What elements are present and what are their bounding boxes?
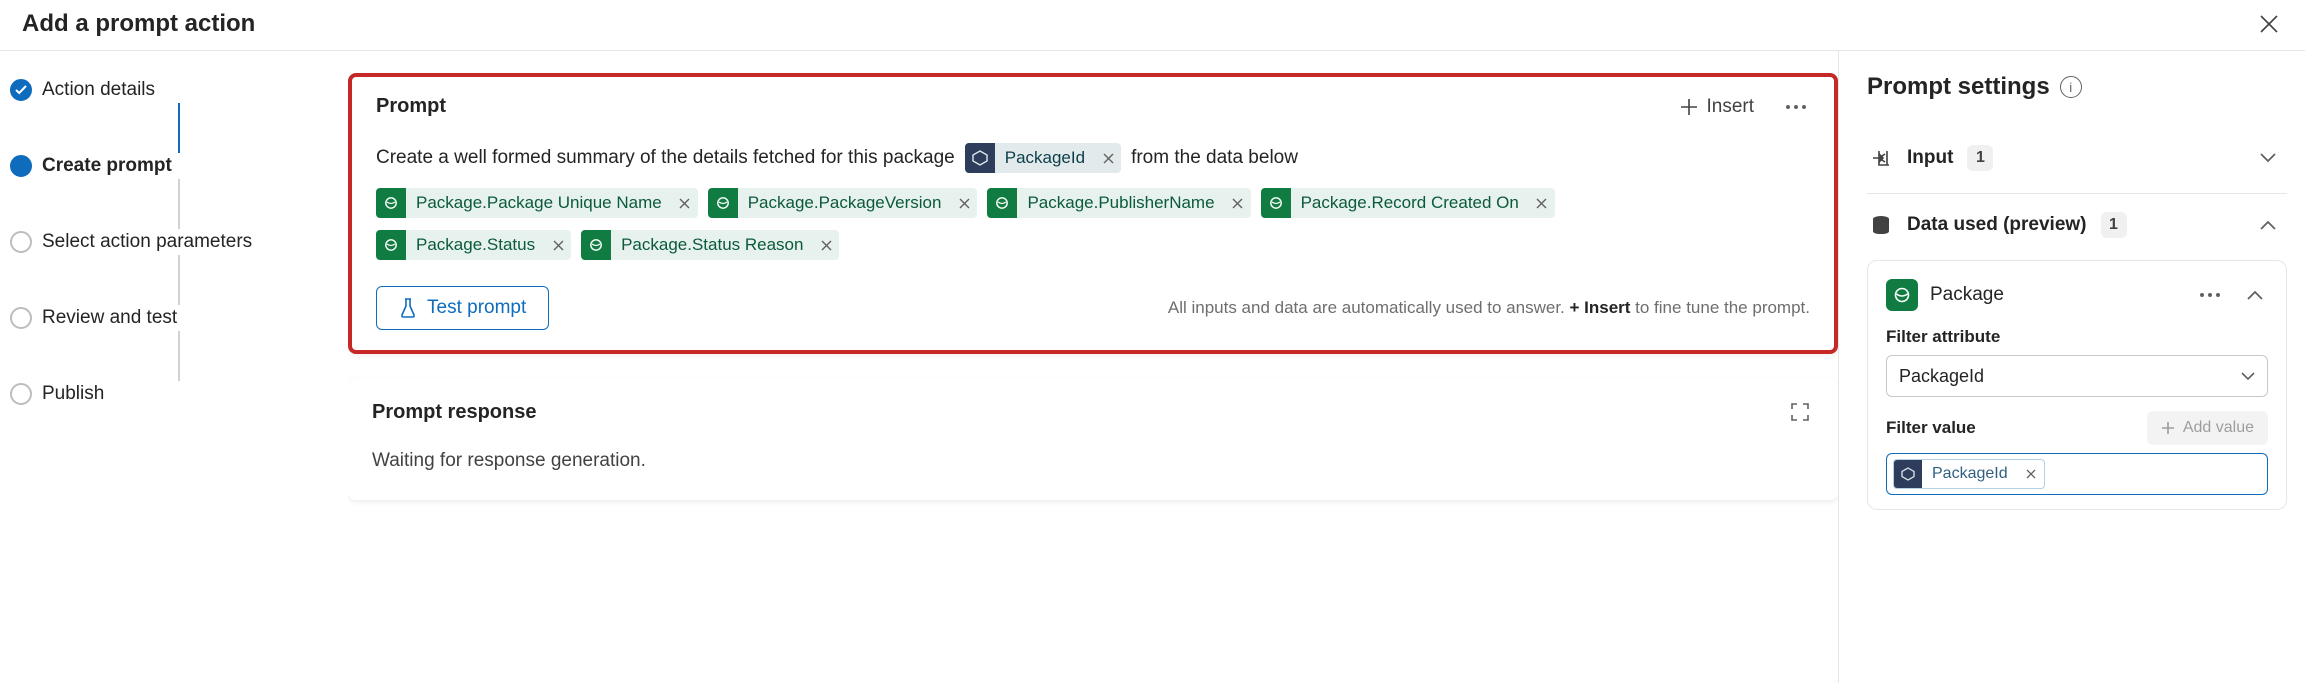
filter-value-label: Filter value <box>1886 418 1976 438</box>
chip-label: Package.Status Reason <box>611 230 813 260</box>
chip-label: Package.Status <box>406 230 545 260</box>
data-used-count-badge: 1 <box>2101 212 2127 238</box>
chip-publisher-name[interactable]: Package.PublisherName <box>987 188 1250 218</box>
chip-label: Package.Record Created On <box>1291 188 1529 218</box>
input-section-header[interactable]: Input 1 <box>1867 131 2287 185</box>
step-label: Select action parameters <box>32 231 252 253</box>
step-complete-icon <box>10 79 32 101</box>
data-source-more-button[interactable] <box>2196 293 2224 297</box>
chip-label: Package.Package Unique Name <box>406 188 672 218</box>
step-pending-icon <box>10 231 32 253</box>
package-entity-icon <box>1886 279 1918 311</box>
step-pending-icon <box>10 307 32 329</box>
data-source-name: Package <box>1930 284 2004 306</box>
variable-icon <box>1894 459 1922 489</box>
wizard-step-create-prompt[interactable]: Create prompt <box>10 155 338 177</box>
filter-value-input[interactable]: PackageId <box>1886 453 2268 495</box>
filter-attribute-value: PackageId <box>1899 366 1984 387</box>
response-title: Prompt response <box>372 401 536 424</box>
filter-attribute-label: Filter attribute <box>1886 327 2268 347</box>
chip-label: PackageId <box>995 143 1095 173</box>
prompt-card: Prompt Insert Create a well formed summa… <box>348 73 1838 354</box>
chip-remove-button[interactable] <box>1529 188 1555 218</box>
filter-value-chip[interactable]: PackageId <box>1893 459 2045 489</box>
plus-icon <box>1680 98 1698 116</box>
wizard-step-action-details[interactable]: Action details <box>10 79 338 101</box>
step-label: Action details <box>32 79 155 101</box>
more-actions-button[interactable] <box>1782 105 1810 109</box>
data-used-label: Data used (preview) <box>1907 214 2087 236</box>
step-label: Create prompt <box>32 155 172 177</box>
dialog-title: Add a prompt action <box>22 10 255 38</box>
step-current-icon <box>10 155 32 177</box>
input-count-badge: 1 <box>1967 145 1993 171</box>
data-used-section-header[interactable]: Data used (preview) 1 <box>1867 198 2287 252</box>
chip-package-version[interactable]: Package.PackageVersion <box>708 188 978 218</box>
insert-label: Insert <box>1706 96 1754 118</box>
filter-value-chip-label: PackageId <box>1922 465 2018 483</box>
step-pending-icon <box>10 383 32 405</box>
prompt-title: Prompt <box>376 95 446 118</box>
step-label: Review and test <box>32 307 177 329</box>
prompt-hint: All inputs and data are automatically us… <box>1168 298 1810 318</box>
prompt-response-card: Prompt response Waiting for response gen… <box>348 378 1838 500</box>
dialog-header: Add a prompt action <box>0 0 2305 51</box>
chip-status[interactable]: Package.Status <box>376 230 571 260</box>
settings-title: Prompt settings <box>1867 73 2050 101</box>
response-body: Waiting for response generation. <box>372 450 1814 472</box>
prompt-editor[interactable]: Create a well formed summary of the deta… <box>376 140 1810 260</box>
data-icon <box>376 188 406 218</box>
chip-remove-button[interactable] <box>545 230 571 260</box>
insert-button[interactable]: Insert <box>1680 96 1754 118</box>
chip-record-created-on[interactable]: Package.Record Created On <box>1261 188 1555 218</box>
database-icon <box>1869 213 1893 237</box>
info-icon[interactable]: i <box>2060 76 2082 98</box>
add-value-label: Add value <box>2183 419 2254 437</box>
wizard-steps: Action details Create prompt Select acti… <box>0 51 348 683</box>
prompt-settings-panel: Prompt settings i Input 1 Data <box>1838 51 2305 683</box>
chip-package-unique-name[interactable]: Package.Package Unique Name <box>376 188 698 218</box>
input-section-label: Input <box>1907 147 1953 169</box>
prompt-text: Create a well formed summary of the deta… <box>376 140 955 176</box>
data-icon <box>376 230 406 260</box>
wizard-step-select-action-parameters[interactable]: Select action parameters <box>10 231 338 253</box>
chip-remove-button[interactable] <box>672 188 698 218</box>
chevron-down-icon <box>2255 145 2281 171</box>
chip-status-reason[interactable]: Package.Status Reason <box>581 230 839 260</box>
chip-remove-button[interactable] <box>813 230 839 260</box>
beaker-icon <box>399 298 417 318</box>
prompt-text: from the data below <box>1131 140 1298 176</box>
data-icon <box>1261 188 1291 218</box>
wizard-step-publish[interactable]: Publish <box>10 383 338 405</box>
step-label: Publish <box>32 383 104 405</box>
chip-remove-button[interactable] <box>1225 188 1251 218</box>
wizard-step-review-and-test[interactable]: Review and test <box>10 307 338 329</box>
chip-packageid[interactable]: PackageId <box>965 143 1121 173</box>
chip-remove-button[interactable] <box>2018 469 2044 479</box>
input-arrow-icon <box>1869 146 1893 170</box>
chevron-up-icon[interactable] <box>2242 282 2268 308</box>
add-value-button[interactable]: Add value <box>2147 411 2268 445</box>
close-icon[interactable] <box>2255 10 2283 38</box>
test-prompt-button[interactable]: Test prompt <box>376 286 549 330</box>
data-icon <box>581 230 611 260</box>
chevron-up-icon <box>2255 212 2281 238</box>
expand-icon[interactable] <box>1786 398 1814 426</box>
plus-icon <box>2161 421 2175 435</box>
variable-icon <box>965 143 995 173</box>
test-prompt-label: Test prompt <box>427 297 526 319</box>
chip-label: Package.PublisherName <box>1017 188 1224 218</box>
chip-label: Package.PackageVersion <box>738 188 952 218</box>
data-icon <box>708 188 738 218</box>
chevron-down-icon <box>2241 372 2255 381</box>
filter-attribute-select[interactable]: PackageId <box>1886 355 2268 397</box>
chip-remove-button[interactable] <box>1095 143 1121 173</box>
chip-remove-button[interactable] <box>951 188 977 218</box>
data-source-card: Package Filter attribute PackageId Filte… <box>1867 260 2287 510</box>
data-icon <box>987 188 1017 218</box>
